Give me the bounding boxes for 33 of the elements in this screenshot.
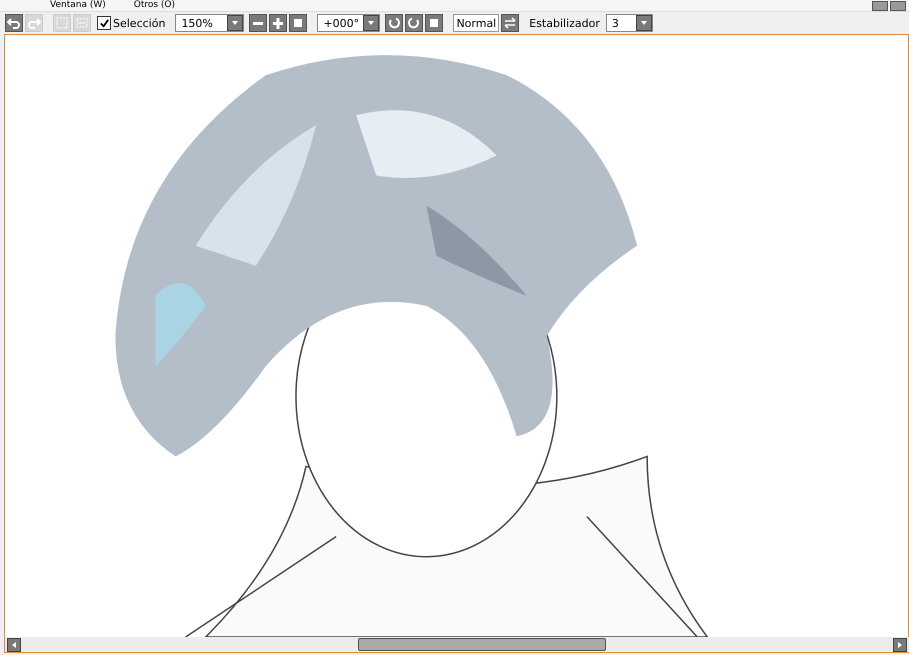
- zoom-dropdown[interactable]: 150%: [175, 14, 244, 32]
- rotate-left-icon: [387, 16, 402, 30]
- undo-icon: [7, 16, 21, 30]
- right-arrow-icon: [896, 640, 904, 648]
- stabilizer-label: Estabilizador: [529, 16, 600, 30]
- menu-item[interactable]: Ventana (W): [50, 0, 106, 11]
- scrollbar-thumb[interactable]: [358, 638, 606, 651]
- rotation-reset-button[interactable]: [425, 14, 444, 32]
- flip-button[interactable]: [501, 14, 520, 32]
- zoom-reset-button[interactable]: [289, 14, 308, 32]
- rotate-right-button[interactable]: [405, 14, 424, 32]
- scroll-right-button[interactable]: [893, 638, 907, 652]
- undo-button[interactable]: [5, 14, 23, 32]
- rotate-left-button[interactable]: [385, 14, 404, 32]
- maximize-button[interactable]: [890, 0, 906, 10]
- blend-mode-button[interactable]: Normal: [453, 14, 500, 32]
- zoom-in-button[interactable]: [269, 14, 288, 32]
- stabilizer-dropdown[interactable]: 3: [606, 14, 653, 32]
- zoom-out-button[interactable]: [249, 14, 268, 32]
- selection-checkbox[interactable]: [97, 16, 111, 30]
- left-arrow-icon: [10, 640, 18, 648]
- plus-icon: [271, 16, 286, 30]
- dashed-rectangle-icon: [75, 16, 89, 30]
- menu-item[interactable]: Otros (O): [134, 0, 176, 11]
- rotation-dropdown[interactable]: +000°: [317, 14, 380, 32]
- minimize-button[interactable]: [872, 0, 888, 10]
- rotate-right-icon: [407, 16, 422, 30]
- swap-arrows-icon: [503, 16, 518, 30]
- check-icon: [98, 18, 110, 28]
- scroll-left-button[interactable]: [7, 638, 21, 652]
- selection-label: Selección: [113, 16, 166, 30]
- dashed-square-icon: [55, 16, 69, 30]
- redo-icon: [27, 16, 41, 30]
